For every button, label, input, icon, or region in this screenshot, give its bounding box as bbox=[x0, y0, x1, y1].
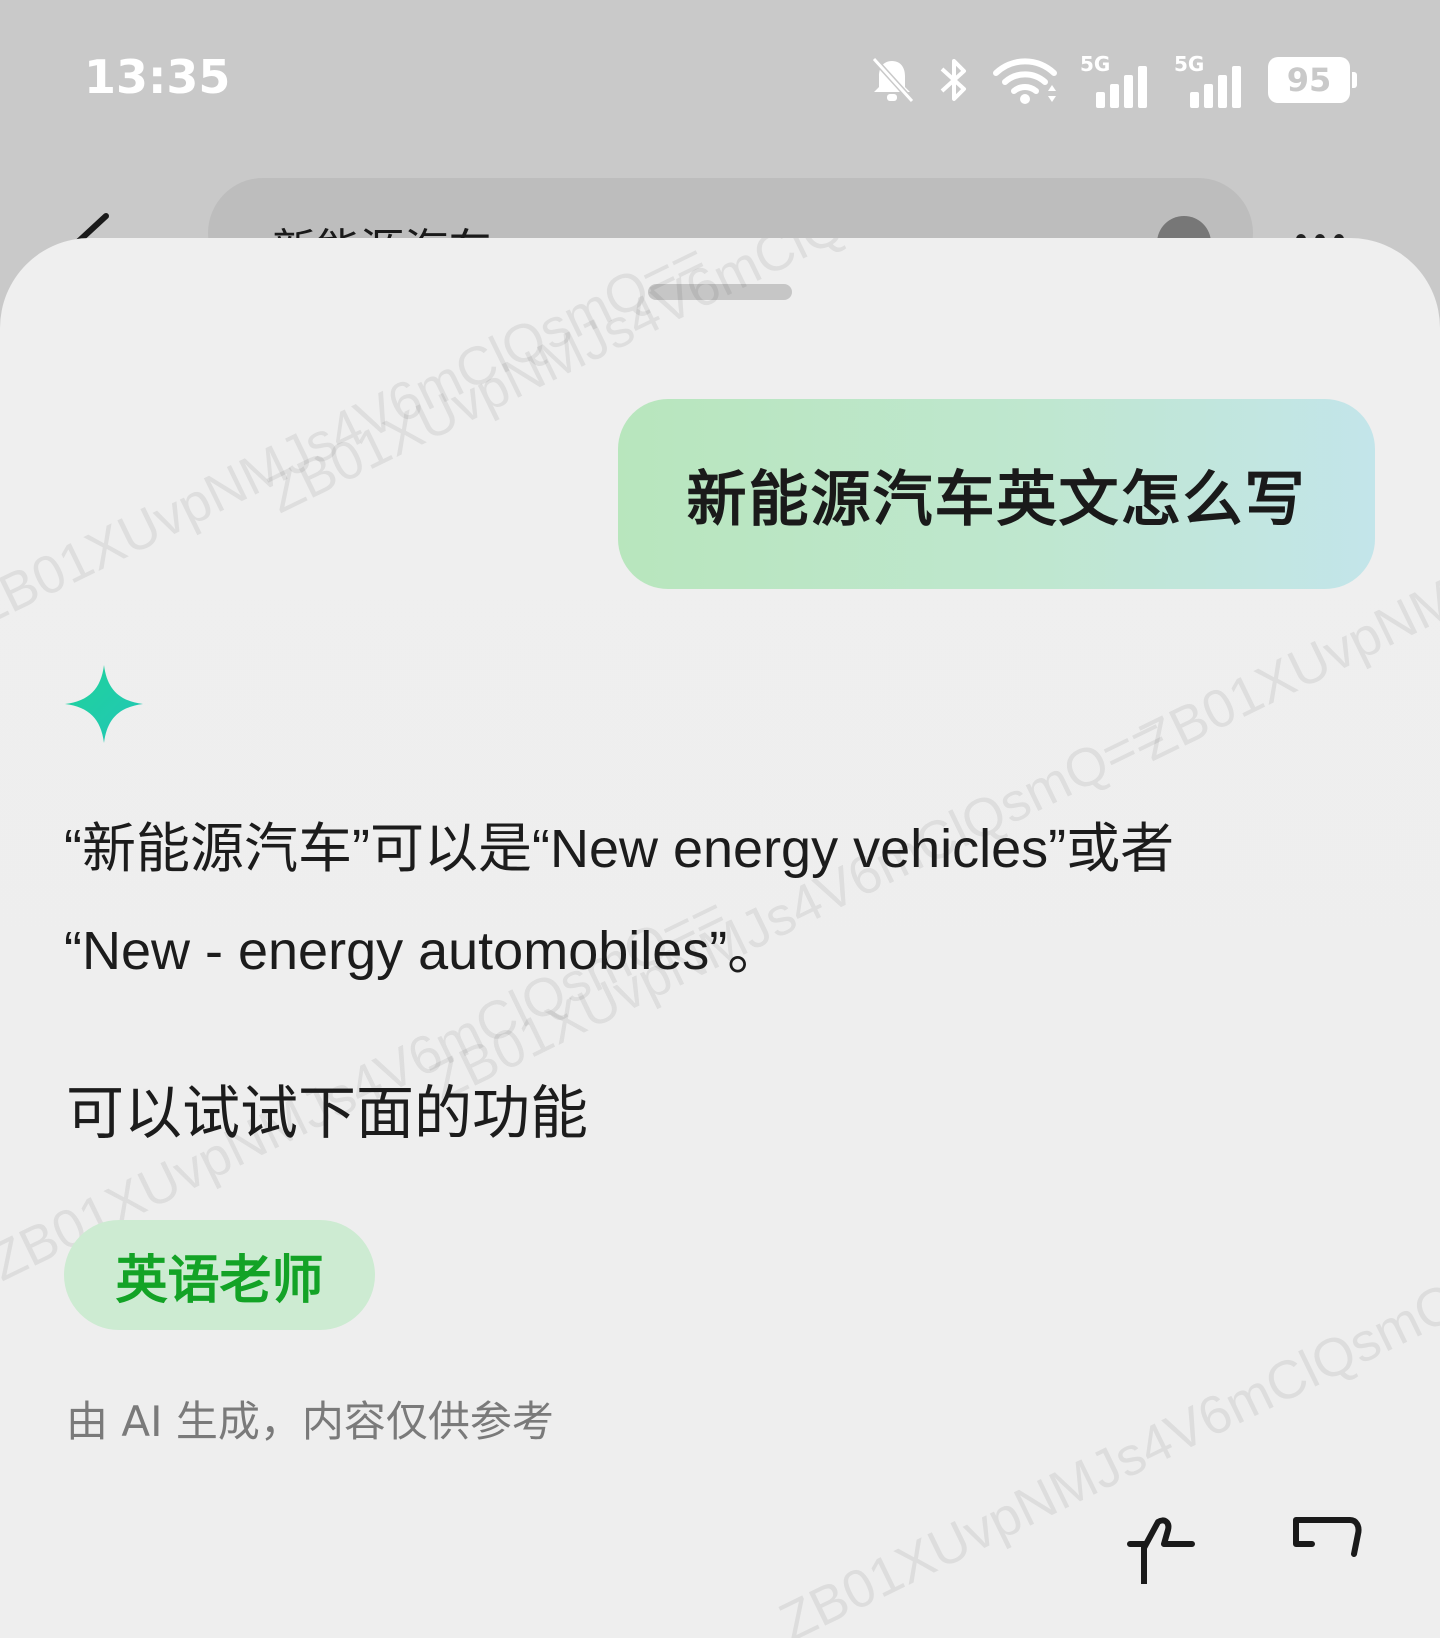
signal-bars-icon bbox=[1096, 66, 1147, 108]
suggestion-chip-english-teacher[interactable]: 英语老师 bbox=[64, 1220, 375, 1330]
wifi-icon bbox=[992, 55, 1058, 105]
cellular-signal-2: 5G bbox=[1174, 52, 1246, 108]
ai-answer-text: “新能源汽车”可以是“New energy vehicles”或者 “New -… bbox=[64, 798, 1374, 1002]
answer-line: “新能源汽车”可以是“New energy vehicles”或者 bbox=[64, 819, 1175, 879]
bluetooth-icon bbox=[938, 55, 970, 105]
user-message-bubble: 新能源汽车英文怎么写 bbox=[618, 399, 1375, 589]
watermark: ZB01XUvpNMJs4V6mClQsmQ== bbox=[0, 238, 715, 639]
thumbs-up-icon[interactable] bbox=[1124, 1514, 1204, 1588]
ai-answer-sheet: ZB01XUvpNMJs4V6mClQsmQ== ZB01XUvpNMJs4V6… bbox=[0, 238, 1440, 1638]
signal-bars-icon bbox=[1190, 66, 1241, 108]
answer-line: “New - energy automobiles”。 bbox=[64, 921, 782, 981]
battery-level: 95 bbox=[1286, 61, 1332, 99]
suggestion-chip-label: 英语老师 bbox=[115, 1250, 324, 1311]
status-icons: 5G 5G 95 bbox=[868, 50, 1357, 110]
try-features-label: 可以试试下面的功能 bbox=[66, 1079, 589, 1147]
ai-disclaimer: 由 AI 生成，内容仅供参考 bbox=[66, 1397, 554, 1446]
ai-sparkle-icon bbox=[63, 663, 145, 749]
user-message-text: 新能源汽车英文怎么写 bbox=[686, 464, 1307, 535]
cellular-signal-1: 5G bbox=[1080, 52, 1152, 108]
battery-icon: 95 bbox=[1268, 57, 1357, 103]
status-bar: 13:35 5G 5G 95 bbox=[0, 0, 1440, 165]
thumbs-down-icon[interactable] bbox=[1290, 1514, 1370, 1588]
mute-bell-icon bbox=[868, 55, 916, 105]
status-time: 13:35 bbox=[84, 50, 231, 104]
